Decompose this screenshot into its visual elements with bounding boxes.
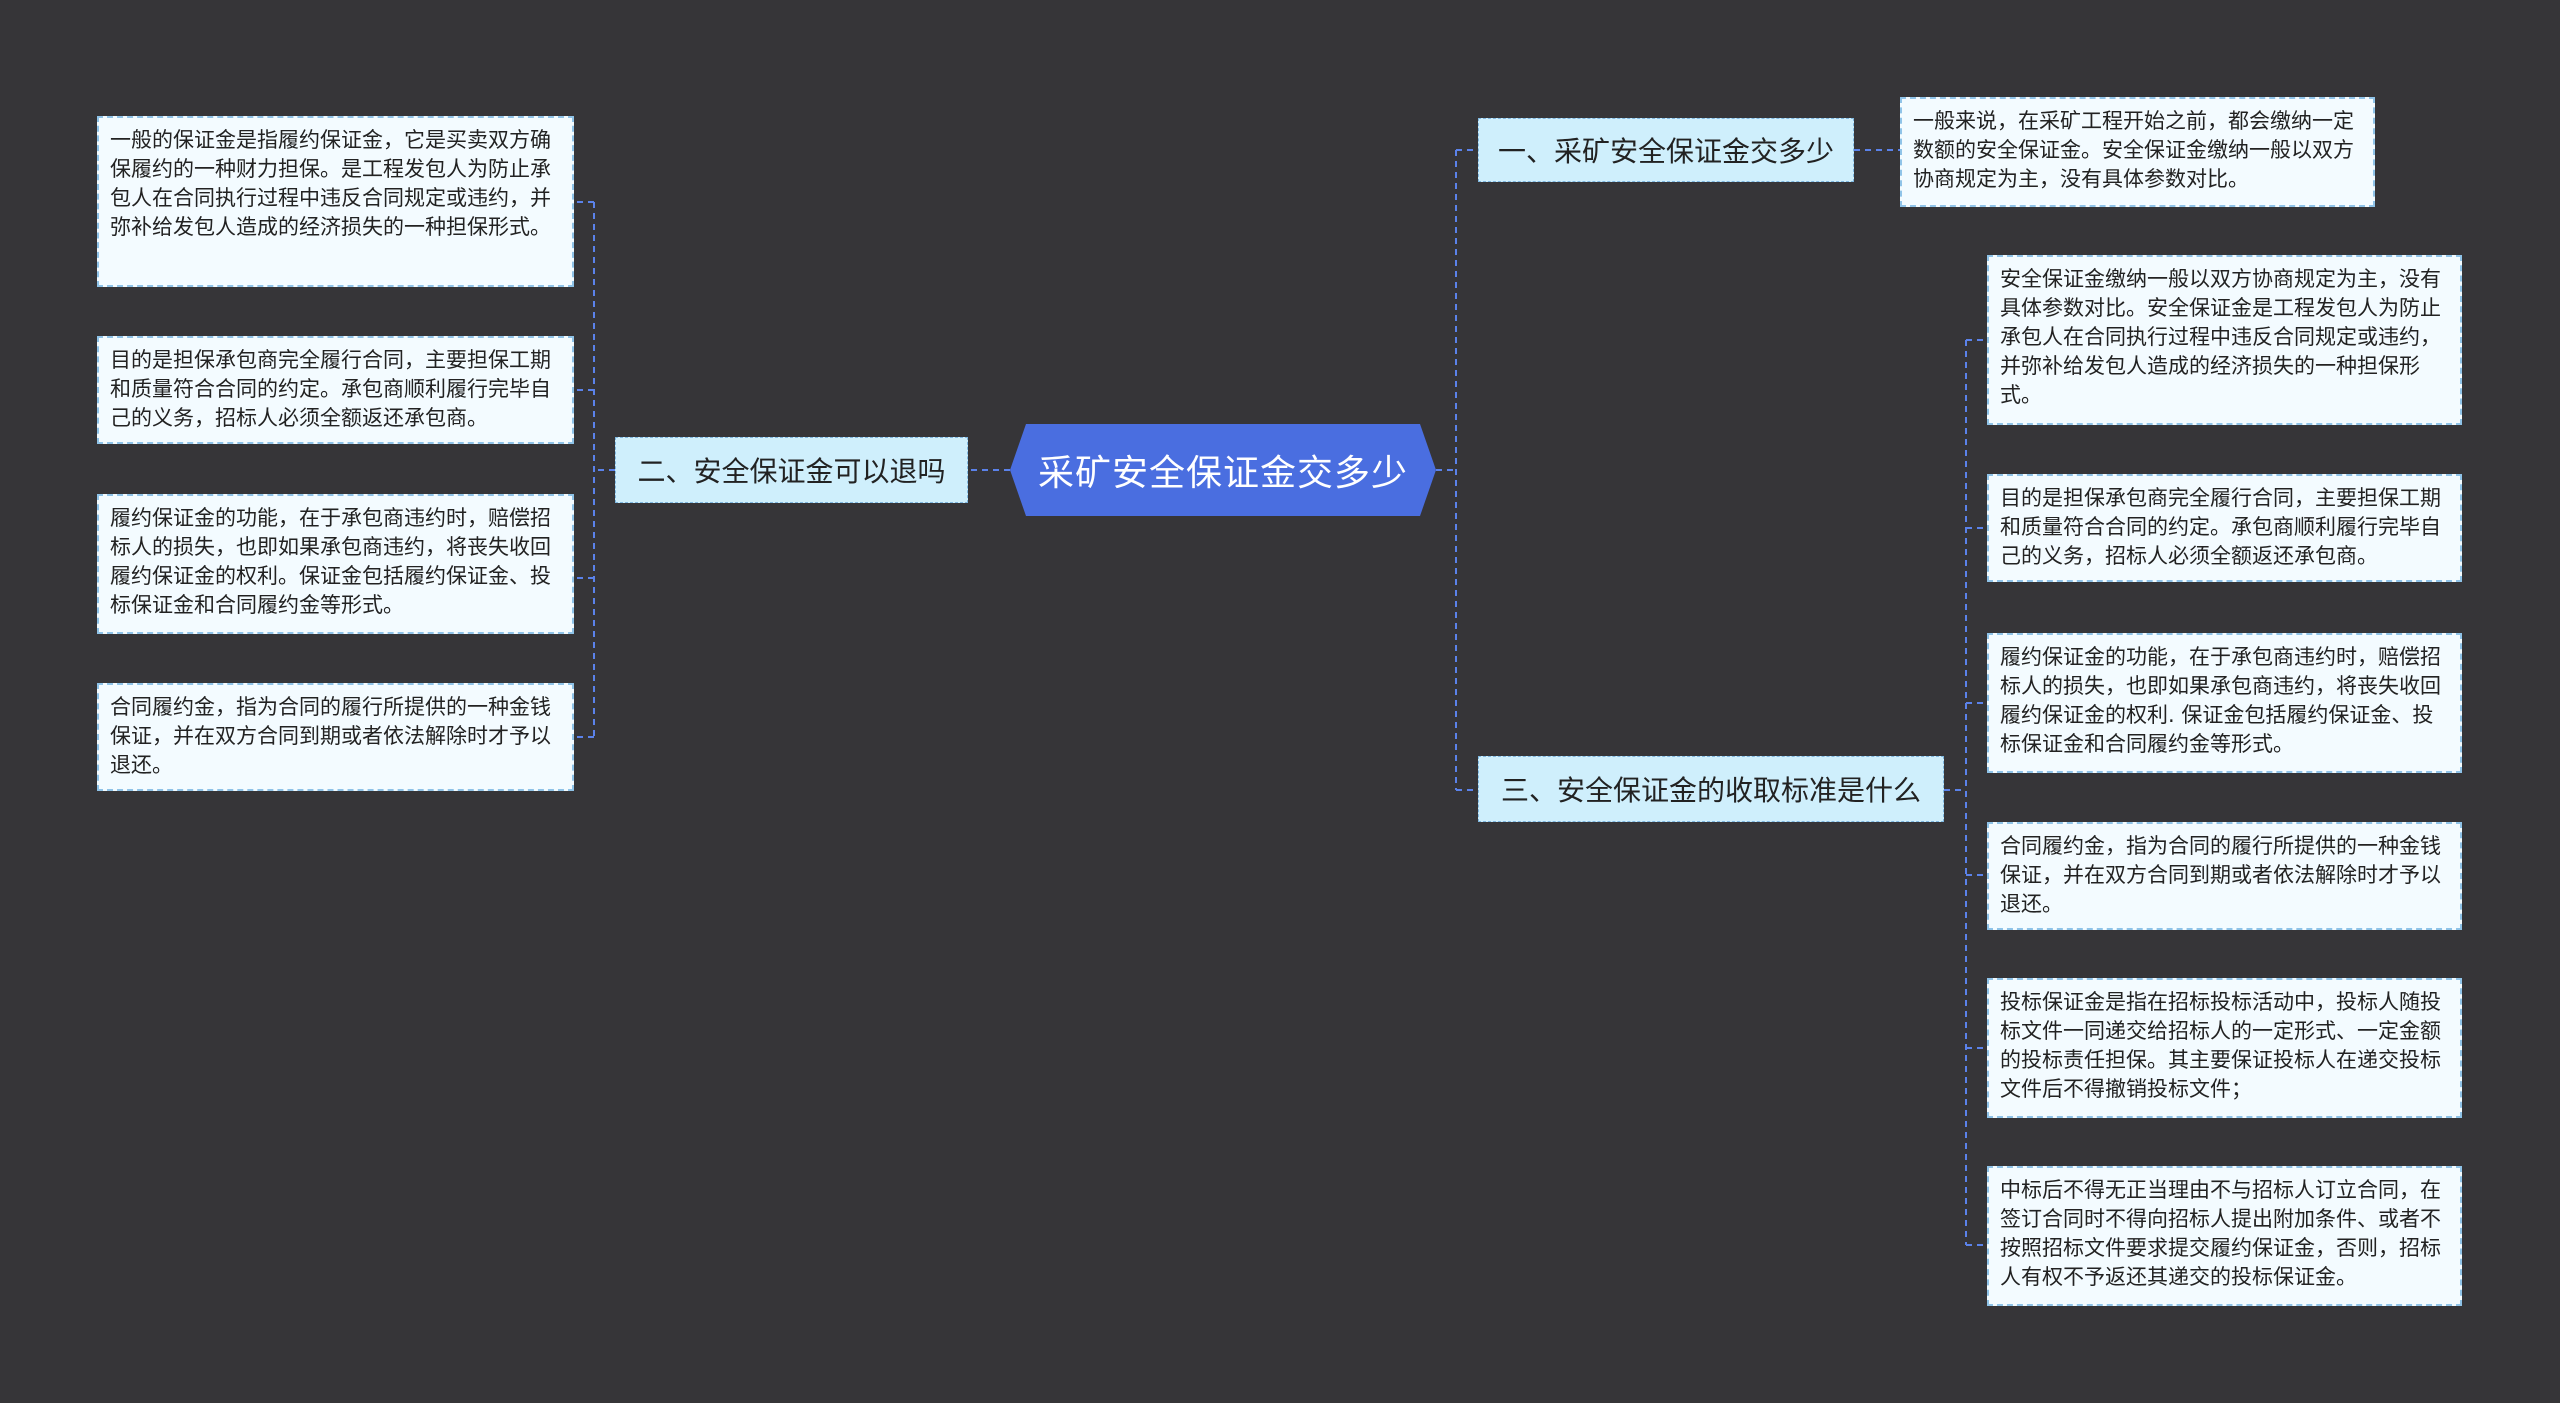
branch-3-leaf-5[interactable]: 投标保证金是指在招标投标活动中，投标人随投标文件一同递交给招标人的一定形式、一定… — [1987, 978, 2462, 1118]
branch-topic-3-label: 三、安全保证金的收取标准是什么 — [1500, 774, 1921, 807]
branch-2-leaf-1[interactable]: 一般的保证金是指履约保证金，它是买卖双方确保履约的一种财力担保。是工程发包人为防… — [97, 116, 574, 287]
leaf-text: 履约保证金的功能，在于承包商违约时，赔偿招标人的损失，也即如果承包商违约，将丧失… — [2000, 645, 2441, 756]
root-topic[interactable]: 采矿安全保证金交多少 — [1010, 424, 1436, 516]
leaf-text: 安全保证金缴纳一般以双方协商规定为主，没有具体参数对比。安全保证金是工程发包人为… — [2000, 267, 2441, 407]
leaf-text: 投标保证金是指在招标投标活动中，投标人随投标文件一同递交给招标人的一定形式、一定… — [2000, 990, 2441, 1101]
leaf-text: 一般来说，在采矿工程开始之前，都会缴纳一定数额的安全保证金。安全保证金缴纳一般以… — [1913, 109, 2354, 191]
root-topic-label: 采矿安全保证金交多少 — [1037, 453, 1408, 494]
leaf-text: 合同履约金，指为合同的履行所提供的一种金钱保证，并在双方合同到期或者依法解除时才… — [110, 695, 551, 777]
branch-2-leaf-3[interactable]: 履约保证金的功能，在于承包商违约时，赔偿招标人的损失，也即如果承包商违约，将丧失… — [97, 494, 574, 634]
branch-topic-2[interactable]: 二、安全保证金可以退吗 — [615, 437, 968, 503]
leaf-text: 一般的保证金是指履约保证金，它是买卖双方确保履约的一种财力担保。是工程发包人为防… — [110, 128, 551, 239]
branch-2-leaf-4[interactable]: 合同履约金，指为合同的履行所提供的一种金钱保证，并在双方合同到期或者依法解除时才… — [97, 683, 574, 791]
mind-map-canvas: 采矿安全保证金交多少 一、采矿安全保证金交多少 一般来说，在采矿工程开始之前，都… — [0, 0, 2560, 1403]
branch-topic-2-label: 二、安全保证金可以退吗 — [637, 455, 946, 488]
branch-3-leaf-1[interactable]: 安全保证金缴纳一般以双方协商规定为主，没有具体参数对比。安全保证金是工程发包人为… — [1987, 255, 2462, 425]
branch-3-leaf-6[interactable]: 中标后不得无正当理由不与招标人订立合同，在签订合同时不得向招标人提出附加条件、或… — [1987, 1166, 2462, 1306]
branch-topic-1-label: 一、采矿安全保证金交多少 — [1497, 135, 1834, 168]
branch-3-leaf-3[interactable]: 履约保证金的功能，在于承包商违约时，赔偿招标人的损失，也即如果承包商违约，将丧失… — [1987, 633, 2462, 773]
branch-3-leaf-4[interactable]: 合同履约金，指为合同的履行所提供的一种金钱保证，并在双方合同到期或者依法解除时才… — [1987, 822, 2462, 930]
leaf-text: 目的是担保承包商完全履行合同，主要担保工期和质量符合合同的约定。承包商顺利履行完… — [2000, 486, 2441, 568]
leaf-text: 中标后不得无正当理由不与招标人订立合同，在签订合同时不得向招标人提出附加条件、或… — [2000, 1178, 2441, 1289]
branch-topic-1[interactable]: 一、采矿安全保证金交多少 — [1478, 118, 1854, 182]
branch-topic-3[interactable]: 三、安全保证金的收取标准是什么 — [1478, 756, 1944, 822]
branch-3-leaf-2[interactable]: 目的是担保承包商完全履行合同，主要担保工期和质量符合合同的约定。承包商顺利履行完… — [1987, 474, 2462, 582]
leaf-text: 目的是担保承包商完全履行合同，主要担保工期和质量符合合同的约定。承包商顺利履行完… — [110, 348, 551, 430]
branch-2-leaf-2[interactable]: 目的是担保承包商完全履行合同，主要担保工期和质量符合合同的约定。承包商顺利履行完… — [97, 336, 574, 444]
leaf-text: 履约保证金的功能，在于承包商违约时，赔偿招标人的损失，也即如果承包商违约，将丧失… — [110, 506, 551, 617]
branch-1-leaf-1[interactable]: 一般来说，在采矿工程开始之前，都会缴纳一定数额的安全保证金。安全保证金缴纳一般以… — [1900, 97, 2375, 207]
leaf-text: 合同履约金，指为合同的履行所提供的一种金钱保证，并在双方合同到期或者依法解除时才… — [2000, 834, 2441, 916]
